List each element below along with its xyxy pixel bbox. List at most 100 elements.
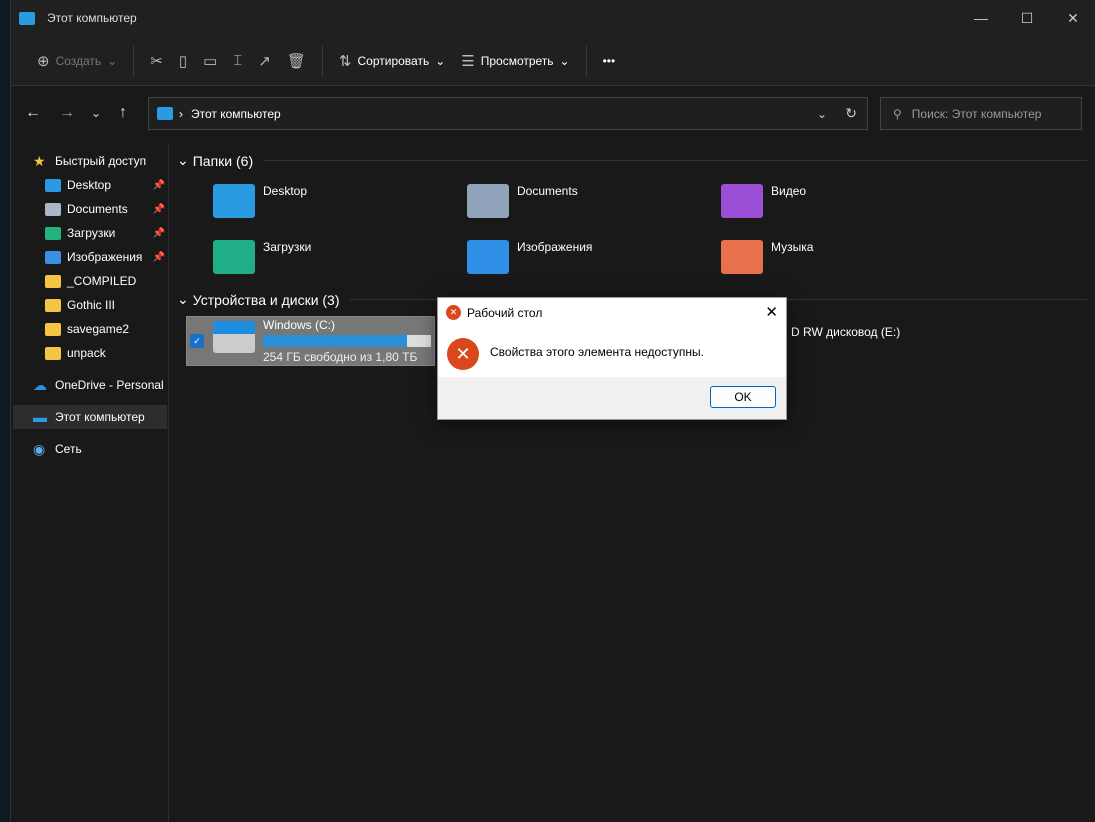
pin-icon: 📌 bbox=[152, 179, 165, 191]
sidebar-item-label: Этот компьютер bbox=[55, 410, 145, 424]
folder-icon bbox=[213, 184, 255, 218]
rename-icon: ⌶ bbox=[233, 52, 243, 69]
paste-icon: ▭ bbox=[203, 52, 218, 70]
sidebar-item[interactable]: Загрузки 📌 bbox=[13, 221, 167, 245]
folder-tile[interactable]: Desktop bbox=[213, 184, 307, 218]
folder-tile[interactable]: Музыка bbox=[721, 240, 813, 274]
recent-dropdown[interactable]: ⌄ bbox=[91, 106, 101, 120]
minimize-button[interactable]: — bbox=[958, 0, 1004, 36]
folder-label: Видео bbox=[771, 184, 807, 198]
folder-icon bbox=[467, 240, 509, 274]
ok-button[interactable]: OK bbox=[710, 386, 776, 408]
error-icon: ✕ bbox=[447, 338, 479, 370]
dialog-title: Рабочий стол bbox=[467, 306, 543, 320]
folder-tile[interactable]: Видео bbox=[721, 184, 806, 218]
copy-icon: ▯ bbox=[178, 52, 188, 70]
window-title: Этот компьютер bbox=[47, 11, 137, 25]
close-button[interactable]: ✕ bbox=[1050, 0, 1095, 36]
drive-c-tile[interactable]: ✓ Windows (C:) 254 ГБ свободно из 1,80 Т… bbox=[186, 316, 435, 366]
rename-button[interactable]: ⌶ bbox=[225, 45, 250, 77]
delete-button[interactable]: 🗑 bbox=[279, 45, 314, 77]
scissors-icon: ✂ bbox=[150, 52, 163, 70]
folder-icon bbox=[45, 298, 61, 312]
list-icon: ☰ bbox=[461, 52, 475, 70]
cut-button[interactable]: ✂ bbox=[142, 45, 171, 77]
sort-button[interactable]: ⇅ Сортировать ⌄ bbox=[331, 45, 453, 77]
computer-icon bbox=[19, 11, 35, 25]
copy-button[interactable]: ▯ bbox=[171, 45, 195, 77]
divider bbox=[321, 45, 323, 76]
sidebar-item[interactable]: savegame2 bbox=[13, 317, 167, 341]
folder-icon bbox=[45, 202, 61, 216]
sidebar-item-label: _COMPILED bbox=[67, 274, 137, 288]
folder-icon bbox=[721, 184, 763, 218]
address-bar[interactable]: › Этот компьютер ⌄ ↻ bbox=[148, 97, 868, 130]
sidebar-item[interactable]: ▬ Этот компьютер bbox=[13, 405, 167, 429]
search-input[interactable]: ⚲ Поиск: Этот компьютер bbox=[880, 97, 1082, 130]
drive-usage-bar bbox=[263, 335, 431, 347]
sidebar-item[interactable]: ◉ Сеть bbox=[13, 437, 167, 461]
address-row: ← → ⌄ ↑ › Этот компьютер ⌄ ↻ ⚲ Поиск: Эт… bbox=[11, 86, 1095, 144]
folder-icon bbox=[721, 240, 763, 274]
folder-icon bbox=[45, 250, 61, 264]
checkbox-checked[interactable]: ✓ bbox=[190, 334, 204, 348]
folder-label: Изображения bbox=[517, 240, 593, 254]
up-button[interactable]: ↑ bbox=[119, 104, 127, 122]
maximize-button[interactable]: ☐ bbox=[1004, 0, 1050, 36]
sort-icon: ⇅ bbox=[338, 52, 352, 70]
paste-button[interactable]: ▭ bbox=[195, 45, 225, 77]
chevron-down-icon: ⌄ bbox=[435, 53, 446, 68]
sidebar-item[interactable]: unpack bbox=[13, 341, 167, 365]
folder-label: Documents bbox=[517, 184, 578, 198]
dialog-close-button[interactable]: ✕ bbox=[765, 303, 778, 321]
folder-icon bbox=[45, 274, 61, 288]
sidebar-item[interactable]: ☁ OneDrive - Personal bbox=[13, 373, 167, 397]
folder-tile[interactable]: Загрузки bbox=[213, 240, 311, 274]
sidebar-item[interactable]: Gothic III bbox=[13, 293, 167, 317]
view-button[interactable]: ☰ Просмотреть ⌄ bbox=[453, 45, 577, 77]
search-icon: ⚲ bbox=[893, 106, 902, 121]
sidebar-item-label: OneDrive - Personal bbox=[55, 378, 164, 392]
sidebar-item[interactable]: Desktop 📌 bbox=[13, 173, 167, 197]
folder-icon bbox=[467, 184, 509, 218]
chevron-down-icon[interactable]: ⌄ bbox=[817, 107, 827, 121]
sidebar-item-label: Изображения bbox=[67, 250, 143, 264]
folder-label: Загрузки bbox=[263, 240, 312, 254]
sidebar-item[interactable]: _COMPILED bbox=[13, 269, 167, 293]
create-button[interactable]: ⊕ Создать ⌄ bbox=[29, 45, 125, 77]
dialog-message: Свойства этого элемента недоступны. bbox=[490, 345, 704, 359]
sidebar-item-label: savegame2 bbox=[67, 322, 130, 336]
cloud-icon: ☁ bbox=[33, 376, 47, 393]
folder-tile[interactable]: Documents bbox=[467, 184, 578, 218]
computer-icon bbox=[157, 107, 173, 120]
more-button[interactable]: ••• bbox=[595, 45, 624, 77]
plus-circle-icon: ⊕ bbox=[37, 52, 50, 70]
pin-icon: 📌 bbox=[152, 227, 165, 239]
sidebar-item[interactable]: Изображения 📌 bbox=[13, 245, 167, 269]
sidebar-item[interactable]: ★ Быстрый доступ bbox=[13, 149, 167, 173]
star-icon: ★ bbox=[33, 152, 46, 169]
share-button[interactable]: ↗ bbox=[250, 45, 279, 77]
sidebar-item-label: Desktop bbox=[67, 178, 112, 192]
dialog-footer: OK bbox=[438, 377, 786, 419]
folders-section-header[interactable]: ⌄ Папки (6) bbox=[177, 152, 1087, 169]
error-icon: ✕ bbox=[446, 305, 461, 320]
title-bar: Этот компьютер — ☐ ✕ bbox=[11, 0, 1095, 36]
pin-icon: 📌 bbox=[152, 203, 165, 215]
sidebar-item-label: Gothic III bbox=[67, 298, 116, 312]
folder-icon bbox=[45, 178, 61, 192]
sidebar-item[interactable]: Documents 📌 bbox=[13, 197, 167, 221]
back-button[interactable]: ← bbox=[25, 104, 41, 122]
drive-label: Windows (C:) bbox=[263, 318, 336, 332]
dvd-drive-label[interactable]: D RW дисковод (E:) bbox=[791, 325, 900, 339]
sidebar-item-label: Documents bbox=[67, 202, 128, 216]
sidebar-item-label: Загрузки bbox=[67, 226, 116, 240]
computer-icon: ▬ bbox=[33, 409, 47, 425]
chevron-down-icon: ⌄ bbox=[107, 53, 118, 68]
folder-label: Desktop bbox=[263, 184, 308, 198]
refresh-icon[interactable]: ↻ bbox=[845, 105, 857, 122]
folder-tile[interactable]: Изображения bbox=[467, 240, 592, 274]
share-icon: ↗ bbox=[258, 52, 271, 70]
forward-button[interactable]: → bbox=[59, 104, 75, 122]
network-icon: ◉ bbox=[33, 440, 46, 457]
